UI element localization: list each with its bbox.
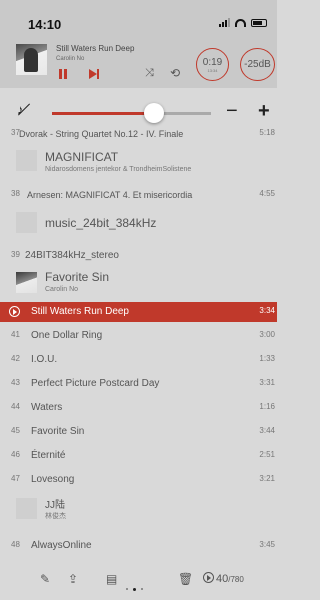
track-count-total: /780	[228, 575, 244, 584]
page-indicator	[126, 588, 143, 591]
album-artist: Carolin No	[45, 286, 79, 293]
total-time: 13:34	[207, 68, 218, 73]
elapsed-time-button[interactable]: 0:19 13:34	[196, 48, 229, 81]
signal-icon	[219, 18, 230, 27]
track-title: One Dollar Ring	[31, 330, 103, 341]
play-count-icon	[203, 572, 214, 583]
track-number: 46	[11, 450, 20, 459]
track-duration: 3:00	[259, 330, 275, 339]
track-number: 38	[11, 189, 20, 198]
album-artist: 林俊杰	[45, 513, 66, 520]
track-duration: 4:55	[259, 189, 275, 198]
album-header[interactable]: Favorite Sin Carolin No	[0, 268, 277, 304]
library-icon[interactable]: ▤	[106, 572, 117, 586]
track-number: 39	[11, 250, 20, 259]
shuffle-icon[interactable]: ⤨	[145, 67, 154, 80]
album-header[interactable]: MAGNIFICAT Nidarosdomens jentekor & Tron…	[0, 148, 277, 184]
track-row[interactable]: 43 Perfect Picture Postcard Day 3:31	[0, 374, 277, 394]
album-title: JJ陆	[45, 500, 65, 511]
status-time: 14:10	[28, 17, 62, 32]
track-duration: 3:34	[259, 306, 275, 315]
album-artist: Nidarosdomens jentekor & TrondheimSolist…	[45, 166, 192, 173]
track-title: I.O.U.	[31, 354, 58, 365]
track-number: 44	[11, 402, 20, 411]
status-icons	[219, 18, 267, 27]
volume-db-button[interactable]: -25dB	[240, 48, 275, 81]
album-header[interactable]: music_24bit_384kHz	[0, 208, 277, 244]
bottom-toolbar: ✎ ⇪ ▤ 🗑 40/780	[0, 564, 277, 600]
album-title: MAGNIFICAT	[45, 150, 119, 164]
now-playing-icon	[9, 306, 20, 317]
track-title: Favorite Sin	[31, 426, 85, 437]
battery-icon	[251, 18, 267, 27]
playlist[interactable]: 37 Dvorak - String Quartet No.12 - IV. F…	[0, 124, 277, 568]
album-title: Favorite Sin	[45, 270, 110, 284]
wifi-icon	[235, 18, 246, 27]
volume-slider-fill[interactable]	[52, 112, 155, 115]
track-title: Dvorak - String Quartet No.12 - IV. Fina…	[19, 129, 184, 139]
track-number: 45	[11, 426, 20, 435]
volume-db-label: -25dB	[244, 59, 271, 70]
track-number: 48	[11, 540, 20, 549]
track-title: AlwaysOnline	[31, 540, 92, 551]
volume-slider-thumb[interactable]	[144, 103, 164, 123]
elapsed-time: 0:19	[202, 57, 223, 68]
track-duration: 2:51	[259, 450, 275, 459]
track-row[interactable]: 47 Lovesong 3:21	[0, 470, 277, 490]
track-row[interactable]: 45 Favorite Sin 3:44	[0, 422, 277, 442]
track-row[interactable]: 48 AlwaysOnline 3:45	[0, 536, 277, 556]
track-row[interactable]: 39 24BIT384kHz_stereo	[0, 246, 277, 266]
mute-icon[interactable]: ♪	[17, 102, 24, 117]
now-playing-album-art[interactable]	[16, 44, 47, 75]
track-duration: 3:44	[259, 426, 275, 435]
track-row-playing[interactable]: Still Waters Run Deep 3:34	[0, 302, 277, 322]
album-art	[16, 272, 37, 293]
album-art	[16, 212, 37, 233]
track-title: Lovesong	[31, 474, 75, 485]
track-duration: 1:33	[259, 354, 275, 363]
album-art	[16, 150, 37, 171]
next-track-icon[interactable]	[89, 69, 101, 79]
edit-icon[interactable]: ✎	[40, 572, 50, 586]
track-duration: 3:45	[259, 540, 275, 549]
volume-down-button[interactable]: −	[226, 100, 238, 123]
status-bar: 14:10	[0, 0, 277, 38]
track-row[interactable]: 41 One Dollar Ring 3:00	[0, 326, 277, 346]
track-row[interactable]: 38 Arnesen: MAGNIFICAT 4. Et misericordi…	[0, 185, 277, 205]
pause-icon[interactable]	[57, 68, 69, 80]
trash-icon[interactable]: 🗑	[178, 572, 193, 586]
track-title: Arnesen: MAGNIFICAT 4. Et misericordia	[27, 190, 193, 200]
track-duration: 3:21	[259, 474, 275, 483]
album-title: music_24bit_384kHz	[45, 216, 157, 230]
track-title: Perfect Picture Postcard Day	[31, 378, 160, 389]
track-duration: 5:18	[259, 128, 275, 137]
album-header[interactable]: JJ陆 林俊杰	[0, 494, 277, 530]
track-title: Still Waters Run Deep	[31, 306, 129, 317]
album-art	[16, 498, 37, 519]
track-row[interactable]: 44 Waters 1:16	[0, 398, 277, 418]
repeat-icon[interactable]: ⟲	[170, 66, 180, 80]
now-playing-artist: Carolin No	[56, 56, 85, 62]
volume-up-button[interactable]: +	[258, 100, 270, 123]
share-icon[interactable]: ⇪	[68, 572, 78, 586]
track-count[interactable]: 40/780	[203, 572, 244, 585]
track-row[interactable]: 37 Dvorak - String Quartet No.12 - IV. F…	[0, 124, 277, 144]
track-duration: 3:31	[259, 378, 275, 387]
now-playing-title: Still Waters Run Deep	[56, 44, 135, 53]
track-number: 41	[11, 330, 20, 339]
track-number: 42	[11, 354, 20, 363]
track-number: 47	[11, 474, 20, 483]
track-row[interactable]: 42 I.O.U. 1:33	[0, 350, 277, 370]
track-row[interactable]: 46 Éternité 2:51	[0, 446, 277, 466]
track-title: 24BIT384kHz_stereo	[25, 250, 119, 261]
track-title: Waters	[31, 402, 63, 413]
track-title: Éternité	[31, 450, 66, 461]
track-duration: 1:16	[259, 402, 275, 411]
now-playing-panel[interactable]: Still Waters Run Deep Carolin No ⤨ ⟲ 0:1…	[0, 38, 277, 88]
track-number: 43	[11, 378, 20, 387]
track-count-current: 40	[216, 573, 229, 585]
